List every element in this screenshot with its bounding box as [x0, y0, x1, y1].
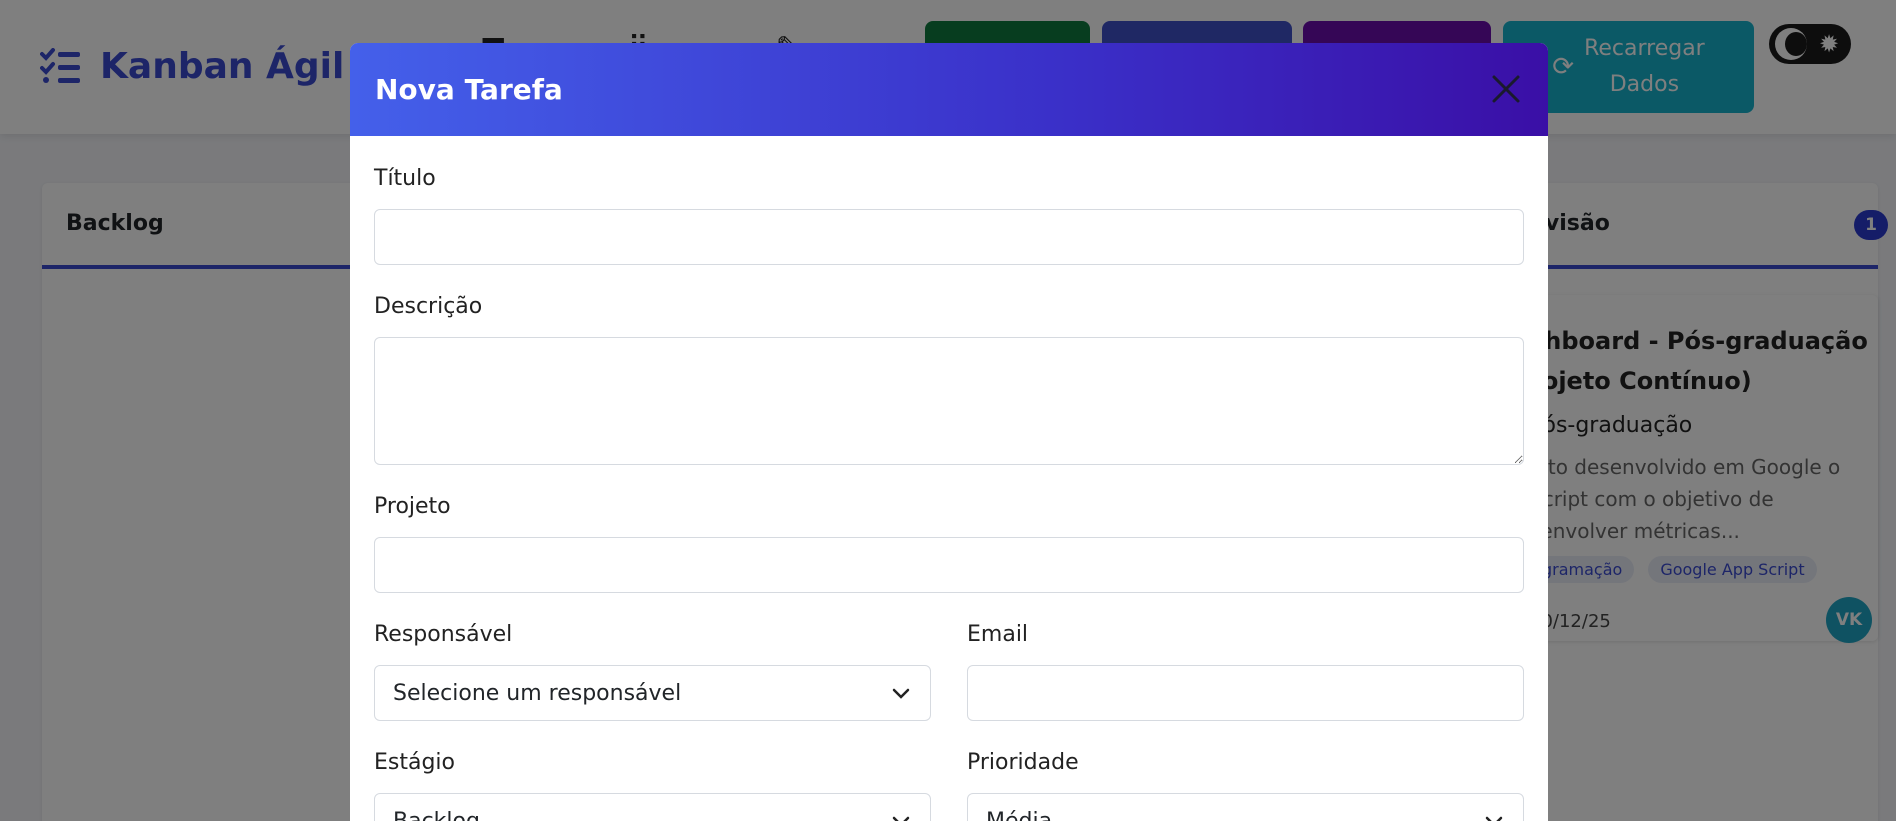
- stage-select-value: Backlog: [393, 808, 480, 821]
- priority-label: Prioridade: [967, 750, 1079, 775]
- responsible-select[interactable]: Selecione um responsável: [374, 665, 931, 721]
- modal-header: Nova Tarefa: [350, 43, 1548, 136]
- title-label: Título: [374, 166, 436, 191]
- email-label: Email: [967, 622, 1029, 647]
- responsible-label: Responsável: [374, 622, 513, 647]
- chevron-down-icon: [892, 816, 910, 821]
- description-textarea[interactable]: [374, 337, 1524, 465]
- project-label: Projeto: [374, 494, 451, 519]
- priority-select[interactable]: Média: [967, 793, 1524, 821]
- priority-select-value: Média: [986, 808, 1053, 821]
- email-field[interactable]: [967, 665, 1524, 721]
- project-input[interactable]: [374, 537, 1524, 593]
- modal-title: Nova Tarefa: [375, 73, 563, 106]
- chevron-down-icon: [1485, 816, 1503, 821]
- responsible-select-value: Selecione um responsável: [393, 680, 682, 706]
- title-input[interactable]: [374, 209, 1524, 265]
- description-label: Descrição: [374, 294, 483, 319]
- stage-select[interactable]: Backlog: [374, 793, 931, 821]
- new-task-modal: Nova Tarefa Título Descrição Projeto Res…: [350, 43, 1548, 821]
- close-icon[interactable]: [1488, 71, 1524, 107]
- stage-label: Estágio: [374, 750, 456, 775]
- chevron-down-icon: [892, 688, 910, 699]
